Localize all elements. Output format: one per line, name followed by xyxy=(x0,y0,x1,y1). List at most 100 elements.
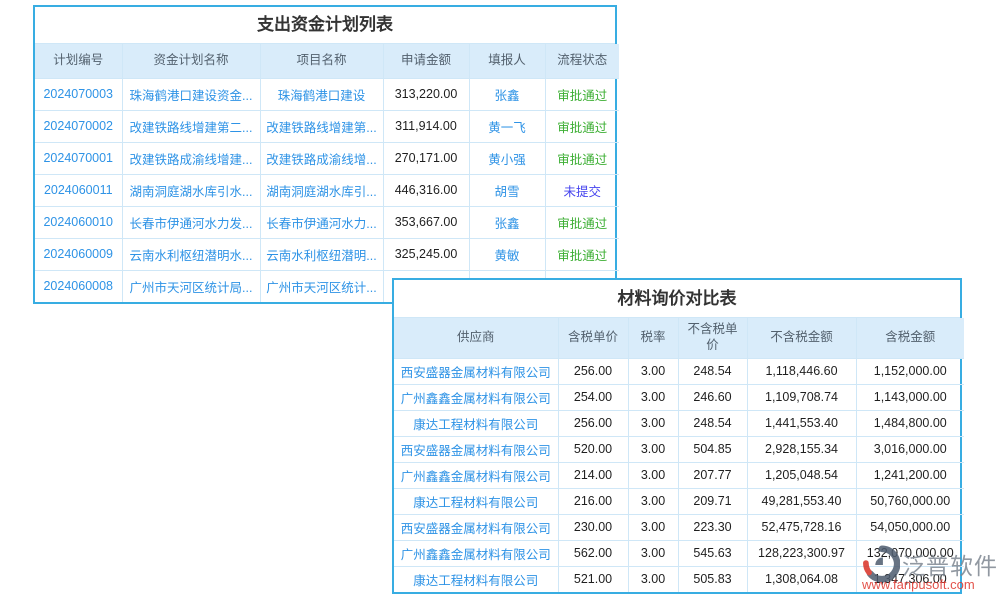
plan-no-link[interactable]: 2024070001 xyxy=(35,142,122,174)
price-without-tax-value: 209.71 xyxy=(678,488,747,514)
header-row: 计划编号资金计划名称项目名称申请金额填报人流程状态 xyxy=(35,44,619,78)
price-without-tax-value: 505.83 xyxy=(678,566,747,592)
watermark: 泛普软件 www.fanpusoft.com xyxy=(862,545,994,592)
price-without-tax-value: 223.30 xyxy=(678,514,747,540)
fund-plan-table-header: 计划编号资金计划名称项目名称申请金额填报人流程状态 xyxy=(35,44,619,78)
column-header: 税率 xyxy=(628,318,678,358)
plan-no-link[interactable]: 2024060011 xyxy=(35,174,122,206)
table-row: 西安盛器金属材料有限公司230.003.00223.3052,475,728.1… xyxy=(394,514,964,540)
plan-no-link[interactable]: 2024060010 xyxy=(35,206,122,238)
amount-without-tax-value: 2,928,155.34 xyxy=(747,436,856,462)
amount-value: 325,245.00 xyxy=(383,238,469,270)
reporter-link[interactable]: 黄小强 xyxy=(469,142,545,174)
plan-no-link[interactable]: 2024060008 xyxy=(35,270,122,302)
table-row: 2024070002改建铁路线增建第二...改建铁路线增建第...311,914… xyxy=(35,110,619,142)
supplier-link[interactable]: 广州鑫鑫金属材料有限公司 xyxy=(394,384,558,410)
header-row: 供应商含税单价税率不含税单价不含税金额含税金额 xyxy=(394,318,964,358)
column-header: 计划编号 xyxy=(35,44,122,78)
column-header: 申请金额 xyxy=(383,44,469,78)
column-header: 项目名称 xyxy=(260,44,383,78)
amount-without-tax-value: 1,109,708.74 xyxy=(747,384,856,410)
fund-name-link[interactable]: 广州市天河区统计局... xyxy=(122,270,260,302)
tax-rate-value: 3.00 xyxy=(628,384,678,410)
table-row: 2024060009云南水利枢纽潜明水...云南水利枢纽潜明...325,245… xyxy=(35,238,619,270)
supplier-link[interactable]: 西安盛器金属材料有限公司 xyxy=(394,514,558,540)
project-name-link[interactable]: 广州市天河区统计... xyxy=(260,270,383,302)
price-with-tax-value: 520.00 xyxy=(558,436,628,462)
supplier-link[interactable]: 康达工程材料有限公司 xyxy=(394,566,558,592)
tax-rate-value: 3.00 xyxy=(628,436,678,462)
table-row: 2024060010长春市伊通河水力发...长春市伊通河水力...353,667… xyxy=(35,206,619,238)
status-badge: 审批通过 xyxy=(545,206,619,238)
column-header: 填报人 xyxy=(469,44,545,78)
fund-name-link[interactable]: 改建铁路成渝线增建... xyxy=(122,142,260,174)
supplier-link[interactable]: 西安盛器金属材料有限公司 xyxy=(394,358,558,384)
column-header: 不含税单价 xyxy=(678,318,747,358)
amount-with-tax-value: 1,484,800.00 xyxy=(856,410,964,436)
price-with-tax-value: 521.00 xyxy=(558,566,628,592)
tax-rate-value: 3.00 xyxy=(628,410,678,436)
tax-rate-value: 3.00 xyxy=(628,358,678,384)
amount-with-tax-value: 1,152,000.00 xyxy=(856,358,964,384)
fund-plan-table: 计划编号资金计划名称项目名称申请金额填报人流程状态 2024070003珠海鹤港… xyxy=(35,44,619,302)
fund-name-link[interactable]: 长春市伊通河水力发... xyxy=(122,206,260,238)
price-with-tax-value: 256.00 xyxy=(558,410,628,436)
table-row: 西安盛器金属材料有限公司256.003.00248.541,118,446.60… xyxy=(394,358,964,384)
column-header: 含税金额 xyxy=(856,318,964,358)
amount-without-tax-value: 1,441,553.40 xyxy=(747,410,856,436)
tax-rate-value: 3.00 xyxy=(628,514,678,540)
tax-rate-value: 3.00 xyxy=(628,462,678,488)
plan-no-link[interactable]: 2024070002 xyxy=(35,110,122,142)
amount-with-tax-value: 1,241,200.00 xyxy=(856,462,964,488)
project-name-link[interactable]: 云南水利枢纽潜明... xyxy=(260,238,383,270)
amount-with-tax-value: 1,143,000.00 xyxy=(856,384,964,410)
reporter-link[interactable]: 张鑫 xyxy=(469,78,545,110)
amount-with-tax-value: 50,760,000.00 xyxy=(856,488,964,514)
amount-value: 270,171.00 xyxy=(383,142,469,174)
tax-rate-value: 3.00 xyxy=(628,540,678,566)
reporter-link[interactable]: 张鑫 xyxy=(469,206,545,238)
amount-without-tax-value: 49,281,553.40 xyxy=(747,488,856,514)
status-badge: 审批通过 xyxy=(545,110,619,142)
supplier-link[interactable]: 广州鑫鑫金属材料有限公司 xyxy=(394,540,558,566)
reporter-link[interactable]: 黄敏 xyxy=(469,238,545,270)
price-with-tax-value: 216.00 xyxy=(558,488,628,514)
status-badge: 审批通过 xyxy=(545,142,619,174)
project-name-link[interactable]: 改建铁路线增建第... xyxy=(260,110,383,142)
supplier-link[interactable]: 康达工程材料有限公司 xyxy=(394,410,558,436)
supplier-link[interactable]: 康达工程材料有限公司 xyxy=(394,488,558,514)
amount-without-tax-value: 1,308,064.08 xyxy=(747,566,856,592)
price-without-tax-value: 248.54 xyxy=(678,358,747,384)
column-header: 供应商 xyxy=(394,318,558,358)
plan-no-link[interactable]: 2024060009 xyxy=(35,238,122,270)
project-name-link[interactable]: 湖南洞庭湖水库引... xyxy=(260,174,383,206)
reporter-link[interactable]: 胡雪 xyxy=(469,174,545,206)
table-row: 2024070003珠海鹤港口建设资金...珠海鹤港口建设313,220.00张… xyxy=(35,78,619,110)
column-header: 不含税金额 xyxy=(747,318,856,358)
fund-plan-title: 支出资金计划列表 xyxy=(35,7,615,44)
table-row: 西安盛器金属材料有限公司520.003.00504.852,928,155.34… xyxy=(394,436,964,462)
amount-value: 446,316.00 xyxy=(383,174,469,206)
project-name-link[interactable]: 改建铁路成渝线增... xyxy=(260,142,383,174)
table-row: 2024070001改建铁路成渝线增建...改建铁路成渝线增...270,171… xyxy=(35,142,619,174)
table-row: 广州鑫鑫金属材料有限公司214.003.00207.771,205,048.54… xyxy=(394,462,964,488)
reporter-link[interactable]: 黄一飞 xyxy=(469,110,545,142)
amount-without-tax-value: 52,475,728.16 xyxy=(747,514,856,540)
project-name-link[interactable]: 珠海鹤港口建设 xyxy=(260,78,383,110)
supplier-link[interactable]: 广州鑫鑫金属材料有限公司 xyxy=(394,462,558,488)
amount-value: 353,667.00 xyxy=(383,206,469,238)
price-with-tax-value: 214.00 xyxy=(558,462,628,488)
inquiry-comparison-title: 材料询价对比表 xyxy=(394,280,960,318)
fund-name-link[interactable]: 改建铁路线增建第二... xyxy=(122,110,260,142)
table-row: 康达工程材料有限公司216.003.00209.7149,281,553.405… xyxy=(394,488,964,514)
fund-name-link[interactable]: 云南水利枢纽潜明水... xyxy=(122,238,260,270)
inquiry-table-header: 供应商含税单价税率不含税单价不含税金额含税金额 xyxy=(394,318,964,358)
fund-name-link[interactable]: 珠海鹤港口建设资金... xyxy=(122,78,260,110)
price-without-tax-value: 504.85 xyxy=(678,436,747,462)
project-name-link[interactable]: 长春市伊通河水力... xyxy=(260,206,383,238)
fund-name-link[interactable]: 湖南洞庭湖水库引水... xyxy=(122,174,260,206)
brand-url: www.fanpusoft.com xyxy=(862,577,994,592)
plan-no-link[interactable]: 2024070003 xyxy=(35,78,122,110)
supplier-link[interactable]: 西安盛器金属材料有限公司 xyxy=(394,436,558,462)
amount-with-tax-value: 54,050,000.00 xyxy=(856,514,964,540)
